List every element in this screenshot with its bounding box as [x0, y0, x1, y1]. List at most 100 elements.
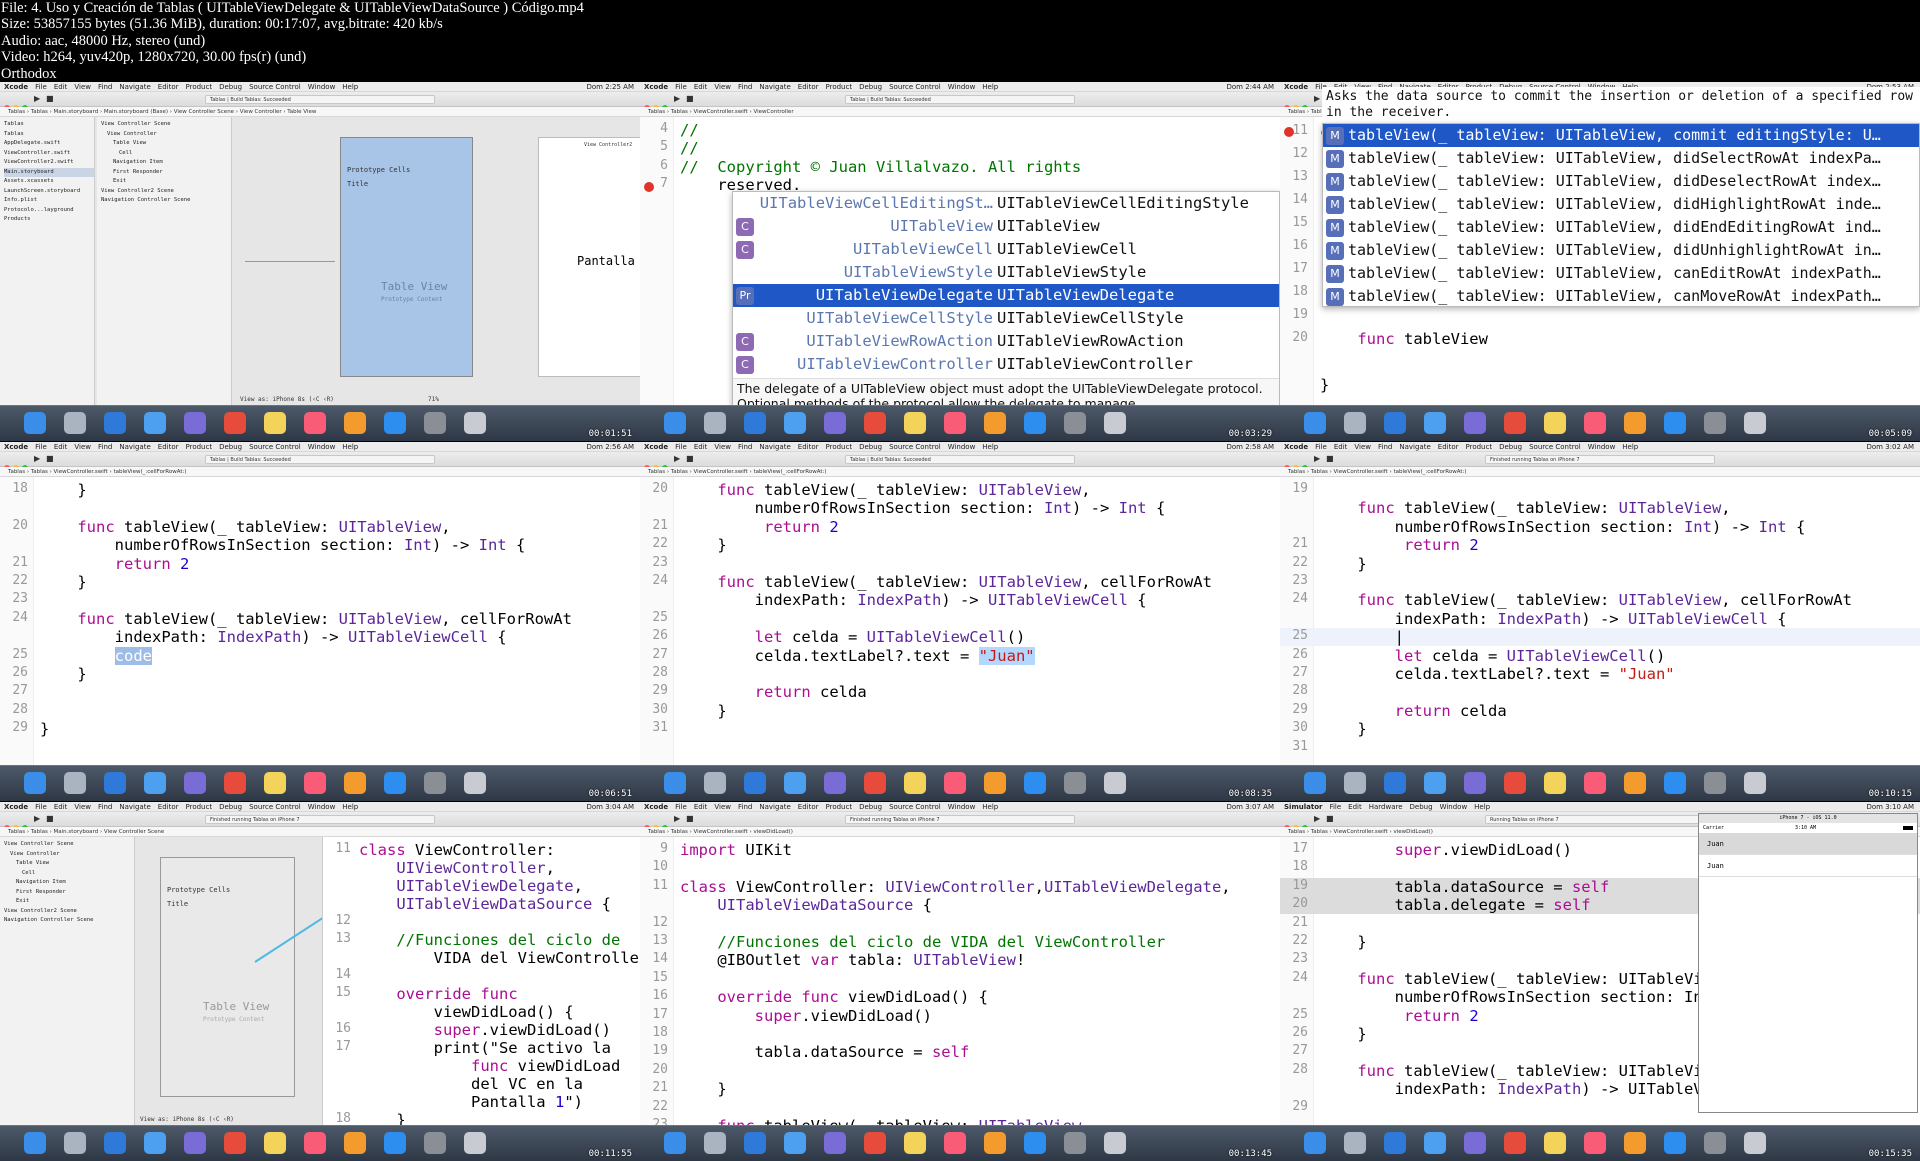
menu-item[interactable]: Product — [826, 803, 853, 811]
appstore-icon[interactable] — [384, 772, 406, 794]
menu-item[interactable]: View — [74, 83, 91, 91]
menu-item[interactable]: Find — [98, 83, 112, 91]
completion-item[interactable]: UITableViewCellEditingSt… UITableViewCell… — [733, 192, 1279, 215]
safari-icon[interactable] — [744, 772, 766, 794]
stop-icon[interactable]: ■ — [1326, 814, 1334, 823]
table-cell[interactable]: Juan — [1699, 855, 1917, 877]
safari-icon[interactable] — [744, 412, 766, 434]
jump-bar[interactable]: Tablas › Tablas › Main.storyboard › Main… — [0, 107, 640, 117]
menu-item[interactable]: Edit — [54, 443, 68, 451]
table-view-controller-scene[interactable]: Prototype Cells Title Table View Prototype … — [340, 137, 473, 377]
navigator-item[interactable]: ViewController.swift — [4, 149, 94, 159]
menu-item[interactable]: Window — [1440, 803, 1468, 811]
books-icon[interactable] — [984, 772, 1006, 794]
music-icon[interactable] — [304, 412, 326, 434]
menu-item[interactable]: Edit — [694, 803, 708, 811]
system-prefs-icon[interactable] — [424, 1132, 446, 1154]
system-prefs-icon[interactable] — [1704, 412, 1726, 434]
menu-item[interactable]: Debug — [859, 83, 882, 91]
mail-icon[interactable] — [784, 772, 806, 794]
menu-item[interactable]: Editor — [158, 83, 179, 91]
completion-item[interactable]: MtableView(_ tableView: UITableView, did… — [1323, 193, 1919, 216]
navigator-item[interactable]: Protocolo...layground — [4, 206, 94, 216]
menu-item[interactable]: Help — [342, 443, 358, 451]
launchpad-icon[interactable] — [704, 772, 726, 794]
menu-item[interactable]: View — [714, 83, 731, 91]
menu-item[interactable]: Find — [98, 443, 112, 451]
music-icon[interactable] — [304, 1132, 326, 1154]
appstore-icon[interactable] — [1664, 772, 1686, 794]
menu-item[interactable]: Edit — [54, 803, 68, 811]
menu-item[interactable]: File — [1329, 803, 1341, 811]
menu-item[interactable]: View — [714, 443, 731, 451]
menu-item[interactable]: Window — [948, 803, 976, 811]
menu-item[interactable]: Source Control — [1529, 443, 1581, 451]
system-prefs-icon[interactable] — [1704, 1132, 1726, 1154]
calendar-icon[interactable] — [224, 772, 246, 794]
notes-icon[interactable] — [904, 772, 926, 794]
code-completion-popup[interactable]: MtableView(_ tableView: UITableView, com… — [1322, 123, 1920, 307]
run-icon[interactable]: ▶ — [34, 94, 40, 103]
photos-icon[interactable] — [1464, 1132, 1486, 1154]
calendar-icon[interactable] — [224, 1132, 246, 1154]
safari-icon[interactable] — [744, 1132, 766, 1154]
menu-item[interactable]: Navigate — [119, 803, 150, 811]
menu-item[interactable]: Find — [738, 803, 752, 811]
mail-icon[interactable] — [144, 412, 166, 434]
finder-icon[interactable] — [24, 772, 46, 794]
run-icon[interactable]: ▶ — [1314, 94, 1320, 103]
notes-icon[interactable] — [1544, 1132, 1566, 1154]
menu-item[interactable]: Edit — [1334, 443, 1348, 451]
navigator-item[interactable]: Products — [4, 215, 94, 225]
menu-item[interactable]: Source Control — [249, 803, 301, 811]
code-completion-popup[interactable]: UITableViewCellEditingSt… UITableViewCell… — [732, 191, 1280, 412]
outline-item[interactable]: View Controller — [4, 850, 134, 860]
safari-icon[interactable] — [104, 1132, 126, 1154]
appstore-icon[interactable] — [384, 412, 406, 434]
finder-icon[interactable] — [24, 412, 46, 434]
menu-item[interactable]: File — [675, 443, 687, 451]
launchpad-icon[interactable] — [64, 1132, 86, 1154]
menu-item[interactable]: Product — [186, 803, 213, 811]
menu-item[interactable]: Find — [738, 443, 752, 451]
run-icon[interactable]: ▶ — [34, 814, 40, 823]
menu-item[interactable]: Help — [1622, 443, 1638, 451]
menu-item[interactable]: Navigate — [119, 83, 150, 91]
calendar-icon[interactable] — [864, 412, 886, 434]
appstore-icon[interactable] — [1664, 1132, 1686, 1154]
finder-icon[interactable] — [664, 412, 686, 434]
finder-icon[interactable] — [1304, 1132, 1326, 1154]
books-icon[interactable] — [344, 412, 366, 434]
completion-item[interactable]: C UITableViewCell UITableViewCell — [733, 238, 1279, 261]
appstore-icon[interactable] — [1024, 412, 1046, 434]
editor-area[interactable]: 19 func tableView(_ tableView: UITableVi… — [1280, 477, 1920, 765]
menu-item[interactable]: Edit — [694, 83, 708, 91]
zoom-level[interactable]: 71% — [428, 396, 439, 403]
menu-item[interactable]: Debug — [219, 443, 242, 451]
assistant-editor[interactable]: 11 class ViewController: UIViewController… — [322, 837, 640, 1129]
trash-icon[interactable] — [1744, 772, 1766, 794]
photos-icon[interactable] — [824, 1132, 846, 1154]
editor-area[interactable]: 17 super.viewDidLoad() 18 19 tabla.dataSou… — [1280, 813, 1920, 1125]
completion-item[interactable]: MtableView(_ tableView: UITableView, can… — [1323, 285, 1919, 308]
menu-item[interactable]: View — [1354, 443, 1371, 451]
menu-item[interactable]: View — [74, 443, 91, 451]
finder-icon[interactable] — [1304, 772, 1326, 794]
calendar-icon[interactable] — [1504, 772, 1526, 794]
placeholder-token[interactable]: code — [114, 646, 152, 665]
jump-bar[interactable]: Tablas › Tablas › ViewController.swift ›… — [640, 107, 1280, 117]
trash-icon[interactable] — [1104, 1132, 1126, 1154]
stop-icon[interactable]: ■ — [46, 814, 54, 823]
outline-item[interactable]: View Controller Scene — [4, 840, 134, 850]
editor-area[interactable]: 20 func tableView(_ tableView: UITableVi… — [640, 477, 1280, 765]
editor-area[interactable]: 11cl121314151617181920 func tableView}As… — [1280, 87, 1920, 405]
finder-icon[interactable] — [24, 1132, 46, 1154]
menu-item[interactable]: Editor — [1438, 443, 1459, 451]
system-prefs-icon[interactable] — [1064, 1132, 1086, 1154]
run-icon[interactable]: ▶ — [674, 94, 680, 103]
system-prefs-icon[interactable] — [424, 772, 446, 794]
navigator-item[interactable]: AppDelegate.swift — [4, 139, 94, 149]
run-icon[interactable]: ▶ — [1314, 454, 1320, 463]
menu-item[interactable]: Edit — [54, 83, 68, 91]
menu-item[interactable]: Product — [186, 443, 213, 451]
